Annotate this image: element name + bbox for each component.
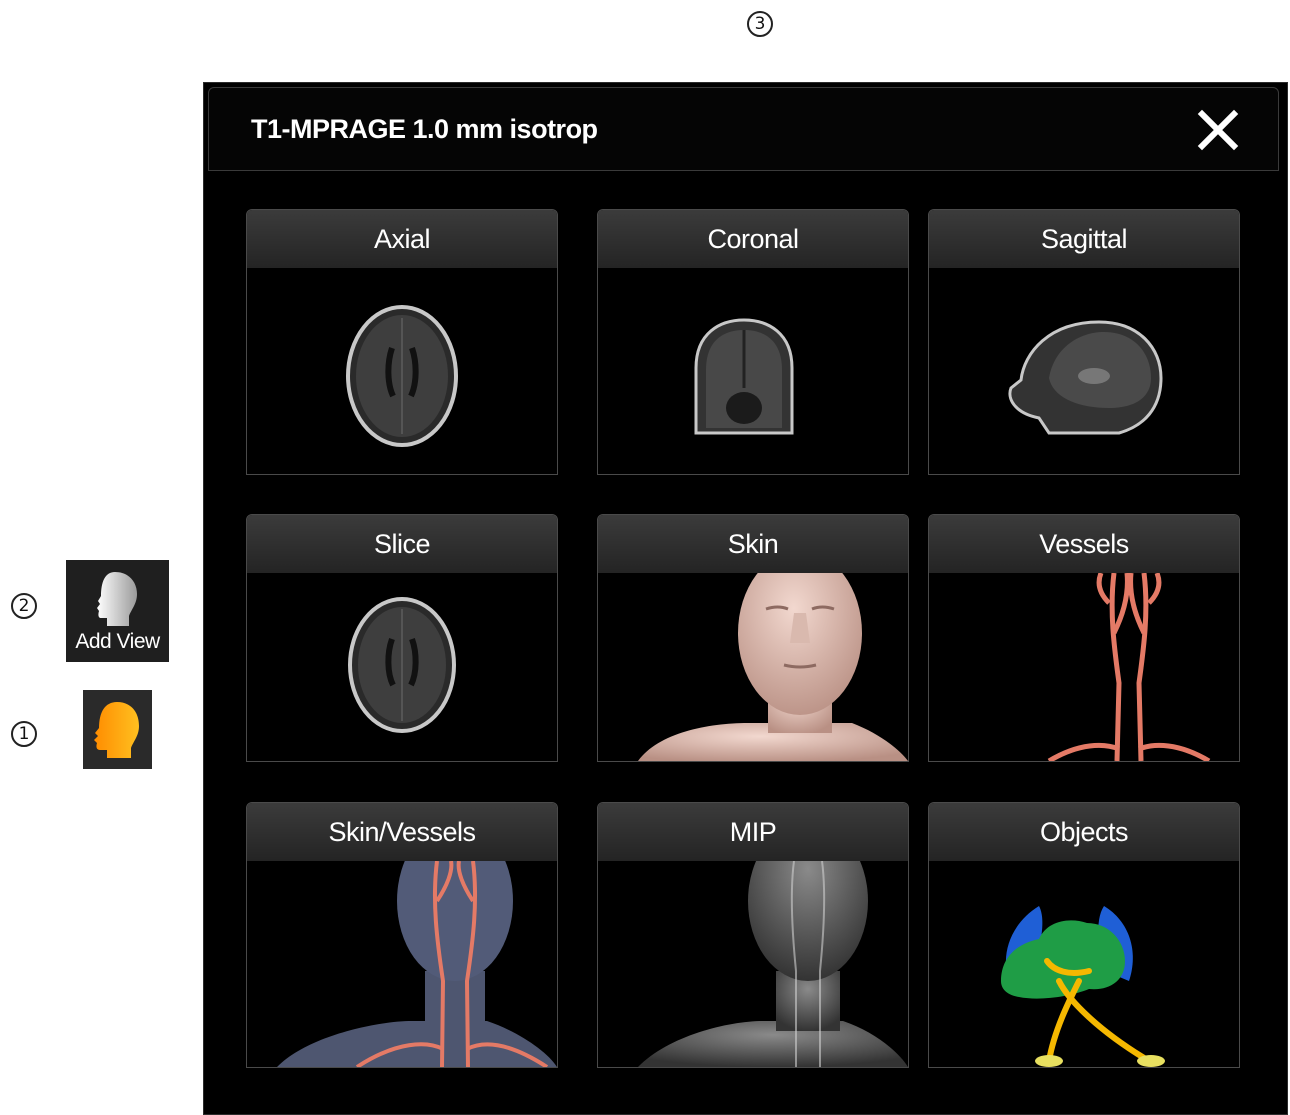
- view-tile-sagittal[interactable]: Sagittal: [928, 209, 1240, 475]
- dialog-titlebar: T1-MPRAGE 1.0 mm isotrop: [208, 87, 1279, 171]
- tile-label: Coronal: [598, 210, 908, 268]
- axial-thumbnail: [247, 268, 557, 474]
- skin-vessels-thumbnail: [247, 861, 557, 1067]
- tile-label: Slice: [247, 515, 557, 573]
- tile-label: Objects: [929, 803, 1239, 861]
- tile-label: MIP: [598, 803, 908, 861]
- view-selection-dialog: T1-MPRAGE 1.0 mm isotrop Axial Coronal S…: [203, 82, 1288, 1115]
- view-tile-skin[interactable]: Skin: [597, 514, 909, 762]
- mip-thumbnail: [598, 861, 908, 1067]
- view-tile-vessels[interactable]: Vessels: [928, 514, 1240, 762]
- view-tile-skin-vessels[interactable]: Skin/Vessels: [246, 802, 558, 1068]
- vessels-thumbnail: [929, 573, 1239, 761]
- objects-thumbnail: [929, 861, 1239, 1067]
- skin-thumbnail: [598, 573, 908, 761]
- close-button[interactable]: [1196, 108, 1240, 152]
- add-view-label: Add View: [75, 630, 160, 653]
- callout-marker-1: 1: [11, 721, 37, 747]
- tile-label: Sagittal: [929, 210, 1239, 268]
- slice-thumbnail: [247, 573, 557, 761]
- callout-marker-3: 3: [747, 11, 773, 37]
- tile-label: Skin: [598, 515, 908, 573]
- dialog-title: T1-MPRAGE 1.0 mm isotrop: [251, 114, 598, 144]
- view-tile-coronal[interactable]: Coronal: [597, 209, 909, 475]
- head-profile-icon: [97, 572, 137, 626]
- tile-label: Vessels: [929, 515, 1239, 573]
- close-icon: [1197, 109, 1239, 151]
- callout-marker-2: 2: [11, 593, 37, 619]
- coronal-thumbnail: [598, 268, 908, 474]
- tile-label: Skin/Vessels: [247, 803, 557, 861]
- profile-view-button[interactable]: [83, 690, 152, 769]
- add-view-button[interactable]: Add View: [66, 560, 169, 662]
- head-profile-orange-icon: [94, 702, 139, 758]
- view-tile-mip[interactable]: MIP: [597, 802, 909, 1068]
- tile-label: Axial: [247, 210, 557, 268]
- sagittal-thumbnail: [929, 268, 1239, 474]
- view-tile-slice[interactable]: Slice: [246, 514, 558, 762]
- view-tile-objects[interactable]: Objects: [928, 802, 1240, 1068]
- view-tile-axial[interactable]: Axial: [246, 209, 558, 475]
